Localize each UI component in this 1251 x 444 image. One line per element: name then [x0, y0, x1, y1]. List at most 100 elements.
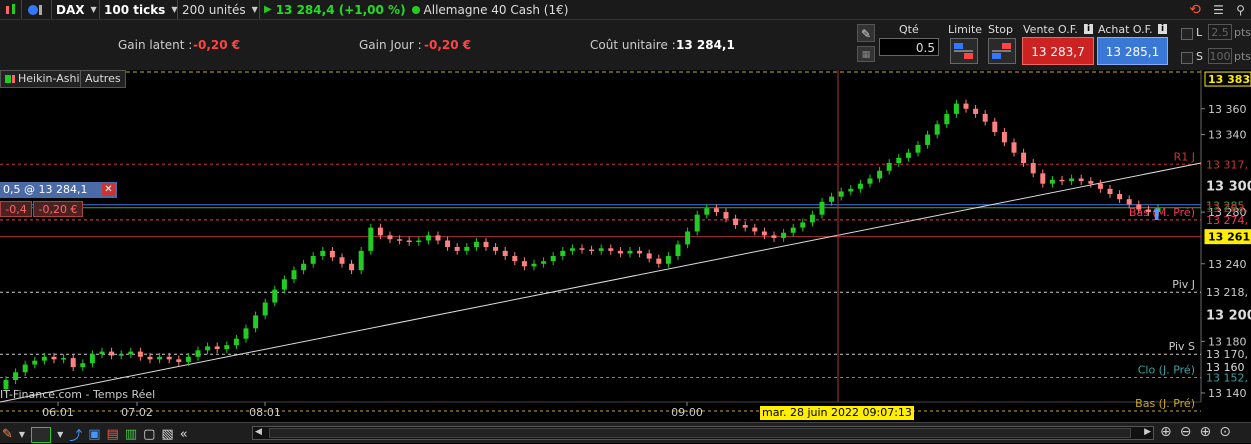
candle-body	[41, 356, 47, 361]
candle-body	[1107, 188, 1113, 195]
candle-body	[713, 208, 719, 213]
chevron-down-icon[interactable]: ▼	[19, 430, 25, 439]
candle-body	[953, 103, 959, 114]
instrument-name: Allemagne 40 Cash (1€)	[423, 2, 569, 17]
info-icon[interactable]: i	[1084, 24, 1093, 34]
cout-unitaire-label: Coût unitaire :	[590, 38, 676, 52]
candle-body	[1049, 179, 1055, 184]
heikin-ashi-tab[interactable]: Heikin-Ashi	[0, 70, 85, 88]
zoom-in-icon[interactable]: ⊕	[1199, 424, 1211, 440]
price-info: ▶ 13 284,4 (+1,00 %) Allemagne 40 Cash (…	[260, 0, 572, 19]
candle-body	[118, 354, 124, 356]
share-icon[interactable]: ⤴	[69, 425, 82, 444]
gain-jour-value: -0,20 €	[424, 38, 472, 52]
candle-body	[857, 183, 863, 189]
candle-body	[22, 364, 28, 373]
keyboard-icon[interactable]: ▦	[857, 46, 875, 62]
horizontal-scrollbar[interactable]: ◀ ▶	[252, 426, 1154, 440]
refresh-icon[interactable]: ⟲	[1189, 2, 1201, 18]
zoom-fit-icon[interactable]: ⊕	[1160, 424, 1172, 440]
x-tick-label: 08:01	[249, 406, 281, 419]
candle-body	[32, 360, 38, 365]
limit-order-button[interactable]	[950, 38, 978, 64]
scroll-left-icon[interactable]: ◀	[255, 427, 262, 437]
chart-type-icon[interactable]	[31, 426, 52, 443]
price-change: 13 284,4 (+1,00 %)	[275, 2, 406, 17]
s-checkbox[interactable]	[1181, 52, 1193, 64]
up-arrow-icon: ▶	[264, 4, 272, 15]
pencil-icon[interactable]: ✎	[2, 427, 13, 442]
zoom-reset-icon[interactable]: ⊙	[1219, 424, 1231, 440]
units-select[interactable]: 200 unités ▼	[178, 0, 260, 19]
buy-price: 13 285,1	[1105, 45, 1160, 59]
y-tick-label: 13 240	[1208, 258, 1247, 271]
info-icon[interactable]: i	[1158, 24, 1167, 34]
l-label: L	[1196, 26, 1203, 39]
candle-body	[406, 240, 412, 243]
candle-body	[377, 227, 383, 236]
cout-unitaire-value: 13 284,1	[676, 38, 735, 52]
candle-body	[1021, 152, 1027, 164]
candle-body	[521, 261, 527, 267]
stop-order-icon	[992, 43, 1011, 59]
chart-canvas[interactable]: R1 JBas (M. Pré)Piv JPiv SClo (J. Pré)Ba…	[0, 70, 1251, 422]
candle-body	[1097, 183, 1103, 189]
wrench-icon[interactable]: ✎	[857, 24, 875, 42]
candle-body	[425, 235, 431, 241]
candle-body	[1001, 132, 1007, 143]
position-badge[interactable]: 0,5 @ 13 284,1 ✕	[0, 182, 117, 198]
candles-icon[interactable]	[0, 0, 22, 19]
position-delta-value: -0,4	[5, 203, 27, 216]
qty-input[interactable]: 0.5	[879, 38, 939, 56]
candle-body	[262, 302, 268, 316]
vente-label: Vente O.F.	[1023, 23, 1078, 36]
candle-body	[877, 170, 883, 179]
close-icon[interactable]: ✕	[102, 183, 115, 196]
level-axis-label: 13 218,	[1206, 286, 1248, 299]
sell-button[interactable]: 13 283,7	[1022, 37, 1094, 65]
candle-body	[233, 338, 239, 346]
scroll-right-icon[interactable]: ▶	[1144, 427, 1151, 437]
folder-icon[interactable]: ▣	[88, 427, 100, 442]
candle-body	[349, 263, 355, 271]
candle-body	[925, 134, 931, 145]
calendar-icon[interactable]: ▤	[107, 427, 119, 442]
stop-order-button[interactable]	[988, 38, 1016, 64]
l-input[interactable]: 2.5	[1208, 24, 1232, 40]
scroll-thumb[interactable]	[269, 428, 1131, 438]
autres-tab[interactable]: Autres	[80, 70, 126, 88]
chevron-down-icon[interactable]: ▼	[57, 430, 63, 439]
price-chart[interactable]: R1 J Bas (M. Pré) Piv J Piv S Clo (J. Pré) Ba…	[0, 70, 1251, 422]
candle-body	[915, 144, 921, 153]
candle-body	[1069, 178, 1075, 182]
indicator-icon[interactable]: ▥	[125, 427, 137, 442]
candle-body	[589, 249, 595, 252]
layers-icon[interactable]: ▧	[161, 427, 173, 442]
stop-label: Stop	[988, 23, 1014, 36]
chevron-down-icon: ▼	[90, 5, 97, 14]
double-left-icon[interactable]: «	[180, 427, 188, 442]
position-delta: -0,4	[0, 201, 32, 217]
candle-body	[905, 152, 911, 158]
s-input[interactable]: 100	[1208, 48, 1232, 64]
search-icon[interactable]: ⚲	[1236, 3, 1245, 17]
level-axis-label: 13 152,	[1206, 371, 1248, 384]
position-pnl: -0,20 €	[33, 201, 83, 217]
symbol-select[interactable]: DAX ▼	[52, 0, 100, 19]
level-label: Piv S	[1169, 340, 1195, 353]
ticks-select[interactable]: 100 ticks ▼	[100, 0, 178, 19]
candle-body	[473, 241, 479, 247]
monitor-icon[interactable]: ▢	[143, 427, 155, 442]
level-label: Clo (J. Pré)	[1138, 363, 1195, 376]
candle-body	[109, 351, 115, 356]
link-icon[interactable]	[22, 0, 52, 19]
buy-button[interactable]: 13 285,1	[1097, 37, 1168, 65]
candle-body	[569, 248, 575, 251]
limit-order-icon	[954, 43, 973, 59]
menu-icon[interactable]: ☰	[1213, 3, 1224, 17]
candle-body	[598, 248, 604, 251]
zoom-out-icon[interactable]: ⊖	[1180, 424, 1192, 440]
level-axis-label: 13 170,	[1206, 348, 1248, 361]
candle-body	[790, 227, 796, 233]
l-checkbox[interactable]	[1181, 28, 1193, 40]
